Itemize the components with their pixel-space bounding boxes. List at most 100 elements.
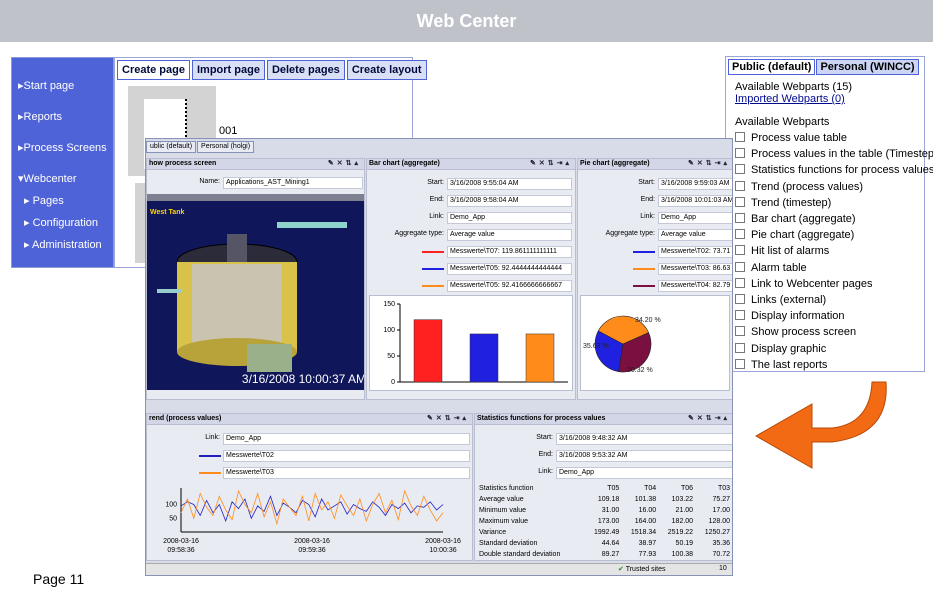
sidebar-nav: ▸Start page ▸Reports ▸Process Screens ▾W… <box>11 57 114 268</box>
end-field[interactable]: 3/16/2008 9:58:04 AM <box>447 195 572 207</box>
trend-panel: rend (process values) ✎✕⇅⇥▴ Link: Demo_Ap… <box>146 413 473 561</box>
panel-toolbar-icons[interactable]: ✎✕⇅⇥▴ <box>688 414 730 424</box>
panel-title: how process screen <box>149 160 217 167</box>
webpart-item[interactable]: Links (external) <box>735 294 826 306</box>
panel-toolbar-icons[interactable]: ✎✕⇅⇥▴ <box>427 414 469 424</box>
y-tick-label: 0 <box>391 379 395 386</box>
zoom-status[interactable]: 10 <box>719 565 727 572</box>
table-cell: 17.00 <box>712 507 730 514</box>
create-page-tab[interactable]: Create page <box>117 60 190 80</box>
table-cell: 31.00 <box>601 507 620 514</box>
webpart-item[interactable]: Process value table <box>735 132 847 144</box>
nav-reports[interactable]: ▸Reports <box>18 110 62 123</box>
webpart-label: Links (external) <box>751 294 827 306</box>
aggregate-type-field[interactable]: Average value <box>447 229 572 241</box>
legend-entry: Messwerte\T04: 82.79 <box>658 280 732 292</box>
webpart-label: Process value table <box>751 132 847 144</box>
screen-timestamp: 3/16/2008 10:00:37 AM <box>241 372 365 386</box>
webpart-item[interactable]: Trend (process values) <box>735 180 863 193</box>
pie-chart: 34.20 % 35.63 % 30.32 % <box>580 295 730 391</box>
webpart-checkbox[interactable] <box>735 180 745 191</box>
webpart-checkbox[interactable] <box>735 261 745 272</box>
link-field[interactable]: Demo_App <box>223 433 470 445</box>
nav-start-page[interactable]: ▸Start page <box>18 79 74 92</box>
imported-webparts-link[interactable]: Imported Webparts (0) <box>735 93 845 105</box>
table-cell: 101.38 <box>634 496 657 503</box>
webpart-item[interactable]: Trend (timestep) <box>735 196 831 209</box>
webpart-checkbox[interactable] <box>735 310 745 321</box>
start-field[interactable]: 3/16/2008 9:48:32 AM <box>556 433 732 445</box>
table-cell: 35.36 <box>712 540 730 547</box>
table-cell: 89.27 <box>601 551 620 558</box>
table-cell: 50.19 <box>675 540 694 547</box>
webpart-item[interactable]: Alarm table <box>735 261 807 274</box>
delete-pages-tab[interactable]: Delete pages <box>266 60 345 80</box>
webpart-item[interactable]: Bar chart (aggregate) <box>735 213 856 225</box>
webpart-item[interactable]: Display graphic <box>735 342 826 355</box>
webpart-checkbox[interactable] <box>735 294 745 304</box>
end-field[interactable]: 3/16/2008 9:53:32 AM <box>556 450 732 462</box>
link-field[interactable]: Demo_App <box>556 467 732 479</box>
process-graphic: West Tank 3/16/2008 10:00:37 AM <box>147 194 365 390</box>
nav-administration[interactable]: ▸ Administration <box>24 238 102 251</box>
webpart-checkbox[interactable] <box>735 196 745 207</box>
legend-swatch <box>422 285 444 287</box>
webpart-checkbox[interactable] <box>735 326 745 337</box>
panel-toolbar-icons[interactable]: ✎✕⇅⇥▴ <box>530 159 572 169</box>
chevron-right-icon: ▸ <box>24 239 32 251</box>
start-field[interactable]: 3/16/2008 9:55:04 AM <box>447 178 572 190</box>
webpart-checkbox[interactable] <box>735 229 745 240</box>
personal-holgi-tab[interactable]: Personal (holgi) <box>197 141 255 153</box>
webpart-label: Statistics functions for process values <box>751 164 933 177</box>
create-layout-tab[interactable]: Create layout <box>346 60 427 80</box>
public-default-tab[interactable]: Public (default) <box>728 59 816 75</box>
webpart-item[interactable]: Hit list of alarms <box>735 245 829 257</box>
nav-process-screens[interactable]: ▸Process Screens <box>18 141 107 154</box>
webpart-checkbox[interactable] <box>735 277 745 288</box>
bar-chart: 0 50 100 150 <box>369 295 573 391</box>
nav-configuration[interactable]: ▸ Configuration <box>24 216 98 229</box>
public-tab[interactable]: ublic (default) <box>146 141 197 153</box>
webpart-checkbox[interactable] <box>735 213 745 223</box>
panel-toolbar-icons[interactable]: ✎✕⇅⇥▴ <box>688 159 730 169</box>
webpart-item[interactable]: Process values in the table (Timestep) <box>735 148 933 160</box>
webpart-checkbox[interactable] <box>735 132 745 142</box>
webpart-item[interactable]: Link to Webcenter pages <box>735 277 872 290</box>
webparts-section-title: Available Webparts <box>735 116 830 128</box>
import-page-tab[interactable]: Import page <box>191 60 265 80</box>
aggregate-type-field[interactable]: Average value <box>658 229 732 241</box>
webpart-checkbox[interactable] <box>735 358 745 369</box>
tank-icon <box>157 222 347 372</box>
webpart-checkbox[interactable] <box>735 342 745 353</box>
webpart-label: Pie chart (aggregate) <box>751 229 855 242</box>
personal-tab[interactable]: Personal (WINCC) <box>816 59 919 75</box>
webpart-item[interactable]: The last reports <box>735 358 827 371</box>
end-field[interactable]: 3/16/2008 10:01:03 AM <box>658 195 732 207</box>
webpart-checkbox[interactable] <box>735 148 745 159</box>
webpart-checkbox[interactable] <box>735 164 745 175</box>
panel-toolbar-icons[interactable]: ✎✕⇅▴ <box>328 159 361 169</box>
link-field[interactable]: Demo_App <box>658 212 732 224</box>
column-header: Statistics function <box>479 485 534 492</box>
start-field[interactable]: 3/16/2008 9:59:03 AM <box>658 178 732 190</box>
orange-arrow-icon <box>754 381 887 469</box>
name-field[interactable]: Applications_AST_Mining1 <box>223 177 363 189</box>
webpart-item[interactable]: Statistics functions for process values <box>735 164 933 176</box>
table-row: Standard deviation 44.64 38.97 50.19 35.36 <box>477 538 732 549</box>
legend-swatch <box>199 455 221 457</box>
aggregate-type-label: Aggregate type: <box>394 230 444 237</box>
window-title: Web Center <box>0 0 933 42</box>
webpart-item[interactable]: Display information <box>735 310 845 322</box>
webpart-item[interactable]: Pie chart (aggregate) <box>735 229 854 241</box>
table-cell: Minimum value <box>479 507 527 514</box>
webparts-panel: Public (default) Personal (WINCC) Availa… <box>725 56 933 372</box>
nav-pages[interactable]: ▸ Pages <box>24 194 64 207</box>
column-header: T06 <box>681 485 694 492</box>
link-field[interactable]: Demo_App <box>447 212 572 224</box>
nav-webcenter[interactable]: ▾Webcenter <box>18 172 77 185</box>
link-label: Link: <box>640 213 655 220</box>
webpart-checkbox[interactable] <box>735 245 745 256</box>
table-cell: Maximum value <box>479 518 529 525</box>
chevron-right-icon: ▸ <box>24 195 33 207</box>
webpart-item[interactable]: Show process screen <box>735 326 856 338</box>
